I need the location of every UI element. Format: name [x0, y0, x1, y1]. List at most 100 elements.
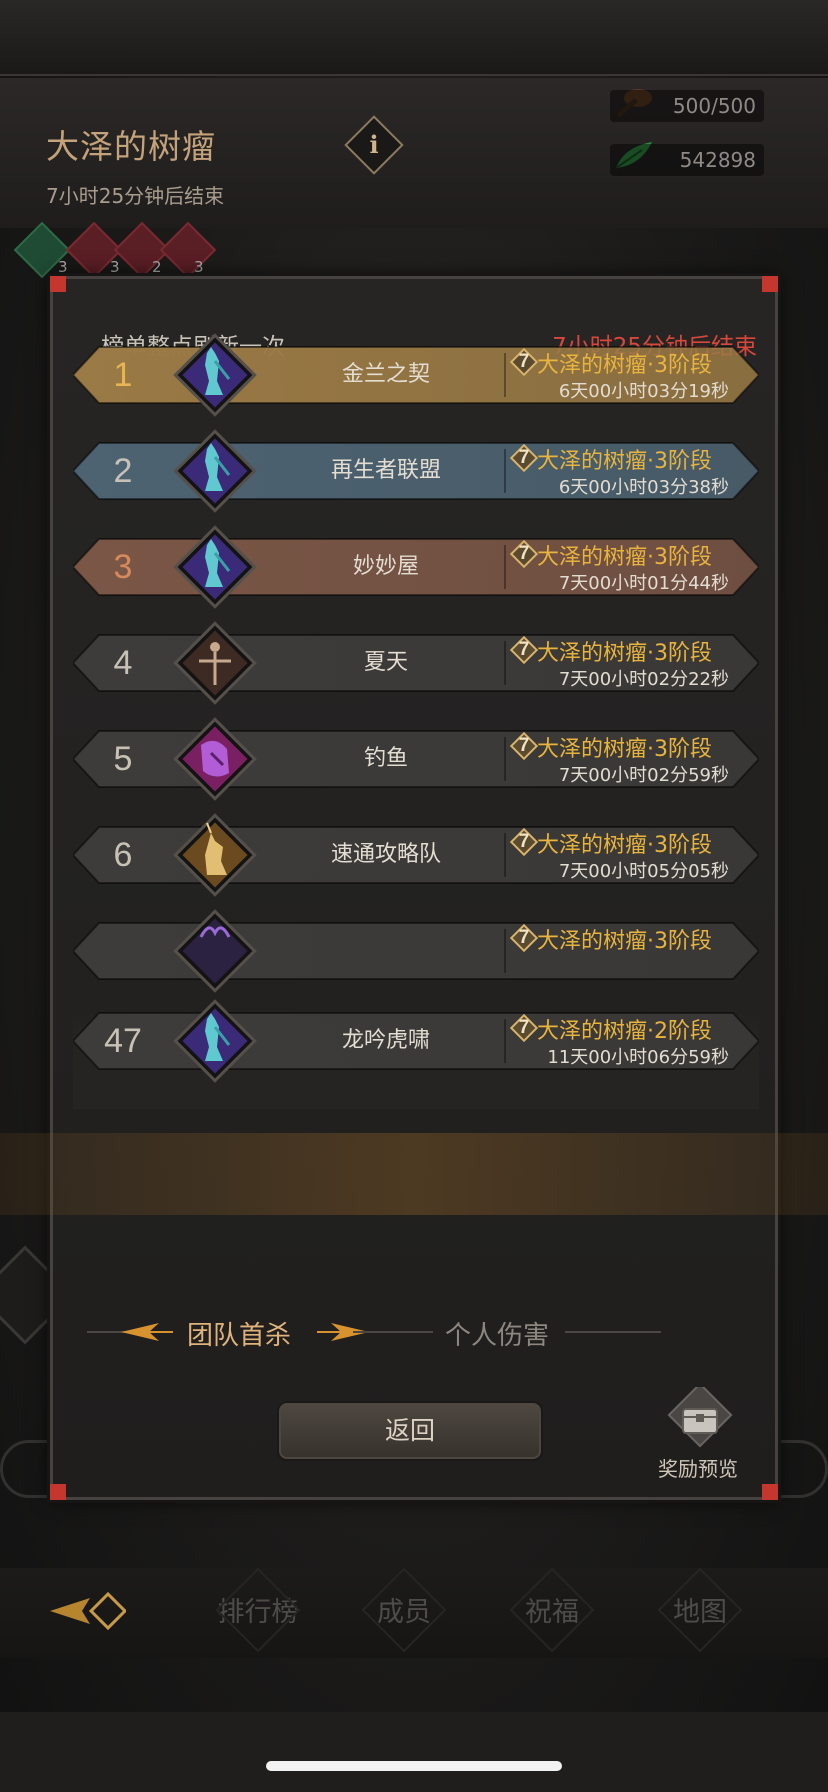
guild-name: 金兰之契 [341, 362, 430, 387]
guild-name: 夏天 [363, 650, 408, 675]
stage-label: 大泽的树瘤·3阶段 [537, 737, 712, 762]
tab-personal-damage[interactable]: 个人伤害 [445, 1315, 549, 1352]
stamina-counter: 500/500 [610, 90, 764, 122]
rank-row[interactable]: 6 速通攻略队 7 大泽的树瘤·3阶段 7天00小时05分05秒 [73, 813, 759, 897]
clear-time: 7天00小时01分44秒 [558, 573, 729, 594]
stage-number: 7 [518, 639, 530, 660]
buff-count: 3 [58, 258, 68, 276]
nav-blessing[interactable]: 祝福 [492, 1567, 612, 1653]
stage-badge-icon: 7 [509, 635, 539, 665]
debuff-count: 2 [152, 258, 162, 276]
guild-name: 钓鱼 [363, 746, 408, 771]
game-screen: 大泽的树瘤 7小时25分钟后结束 i 500/500 542898 3 3 2 … [0, 0, 828, 1792]
rank-number: 4 [113, 644, 133, 682]
clear-time: 7天00小时05分05秒 [558, 861, 729, 882]
guild-emblem-icon [171, 715, 259, 803]
stage-label: 大泽的树瘤·3阶段 [537, 833, 712, 858]
rank-row[interactable]: 7 大泽的树瘤·3阶段 [73, 909, 759, 993]
my-rank-row[interactable]: 47 龙吟虎啸 7 大泽的树瘤·2阶段 11天00小时06分59秒 [73, 999, 759, 1083]
return-button[interactable]: 返回 [279, 1403, 541, 1459]
guild-name: 速通攻略队 [330, 842, 441, 867]
stage-label: 大泽的树瘤·2阶段 [537, 1019, 712, 1044]
stage-badge-icon: 7 [509, 539, 539, 569]
rank-row[interactable]: 2 再生者联盟 7 大泽的树瘤·3阶段 6天00小时03分38秒 [73, 429, 759, 513]
tab-arrow-left-icon [121, 1323, 173, 1341]
back-arrow-icon[interactable] [46, 1586, 126, 1636]
guild-emblem-icon [171, 523, 259, 611]
nav-members[interactable]: 成员 [344, 1567, 464, 1653]
home-indicator[interactable] [266, 1761, 562, 1771]
row-divider [504, 641, 506, 685]
corner-decor [50, 276, 66, 292]
clear-time: 11天00小时06分59秒 [547, 1047, 729, 1068]
guild-emblem-icon [171, 997, 259, 1085]
treasure-chest-icon [667, 1387, 733, 1448]
clear-time: 7天00小时02分22秒 [558, 669, 729, 690]
stage-badge-icon: 7 [509, 827, 539, 857]
rank-row[interactable]: 5 钓鱼 7 大泽的树瘤·3阶段 7天00小时02分59秒 [73, 717, 759, 801]
reward-preview-label: 奖励预览 [658, 1457, 738, 1481]
stage-number: 7 [518, 351, 530, 372]
rank-row[interactable]: 3 妙妙屋 7 大泽的树瘤·3阶段 7天00小时01分44秒 [73, 525, 759, 609]
rank-number: 6 [113, 836, 133, 874]
info-button[interactable]: i [344, 115, 404, 175]
stage-number: 7 [518, 831, 530, 852]
stage-badge-icon: 7 [509, 1013, 539, 1043]
tab-line [353, 1331, 433, 1333]
rank-row[interactable]: 1 金兰之契 7 大泽的树瘤·3阶段 6天00小时03分19秒 [73, 333, 759, 417]
stage-badge-icon: 7 [509, 347, 539, 377]
stage-number: 7 [518, 447, 530, 468]
row-divider [504, 353, 506, 397]
row-divider [504, 449, 506, 493]
ranking-tabs: 团队首杀 个人伤害 [53, 1307, 775, 1357]
guild-emblem-icon [171, 427, 259, 515]
event-title: 大泽的树瘤 [46, 127, 216, 166]
stage-badge-icon: 7 [509, 731, 539, 761]
stage-label: 大泽的树瘤·3阶段 [537, 353, 712, 378]
stage-label: 大泽的树瘤·3阶段 [537, 449, 712, 474]
stage-label: 大泽的树瘤·3阶段 [537, 545, 712, 570]
clear-time: 6天00小时03分19秒 [558, 381, 729, 402]
guild-emblem-icon [171, 811, 259, 899]
guild-emblem-icon [171, 907, 259, 995]
guild-name: 再生者联盟 [330, 458, 441, 483]
stage-number: 7 [518, 735, 530, 756]
row-divider [504, 545, 506, 589]
rank-number: 47 [104, 1022, 142, 1060]
event-countdown: 7小时25分钟后结束 [46, 184, 225, 208]
stage-badge-icon: 7 [509, 443, 539, 473]
top-status-band [0, 0, 828, 76]
row-divider [504, 737, 506, 781]
debuff-count: 3 [110, 258, 120, 276]
guild-name [273, 919, 499, 983]
ranking-panel: 榜单整点刷新一次 7小时25分钟后结束 1金兰之契7大泽的树瘤·3阶段6天00小… [0, 276, 828, 1500]
guild-name: 龙吟虎啸 [341, 1028, 430, 1053]
corner-decor [50, 1484, 66, 1500]
stage-number: 7 [518, 1017, 530, 1038]
rank-number [83, 919, 163, 983]
info-icon: i [369, 130, 379, 159]
event-header: 大泽的树瘤 7小时25分钟后结束 i 500/500 542898 [0, 78, 828, 228]
stage-badge-icon: 7 [509, 923, 539, 953]
rank-row[interactable]: 4 夏天 7 大泽的树瘤·3阶段 7天00小时02分22秒 [73, 621, 759, 705]
my-rank-highlight [0, 1133, 828, 1215]
nav-map[interactable]: 地图 [640, 1567, 760, 1653]
reward-preview-button[interactable]: 奖励预览 [643, 1383, 753, 1483]
stage-label: 大泽的树瘤·3阶段 [537, 929, 712, 954]
rank-number: 2 [113, 452, 133, 490]
currency-counter: 542898 [610, 144, 764, 176]
debuff-slash-icon[interactable] [159, 221, 217, 279]
guild-emblem-icon [171, 619, 259, 707]
row-divider [504, 1019, 506, 1063]
nav-leaderboard[interactable]: 排行榜 [198, 1567, 318, 1653]
stage-label: 大泽的树瘤·3阶段 [537, 641, 712, 666]
tab-line [565, 1331, 661, 1333]
clear-time: 6天00小时03分38秒 [558, 477, 729, 498]
debuff-count: 3 [194, 258, 204, 276]
guild-name: 妙妙屋 [352, 554, 419, 579]
guild-emblem-icon [171, 331, 259, 419]
stage-number: 7 [518, 927, 530, 948]
tab-team-first-kill[interactable]: 团队首杀 [187, 1315, 291, 1352]
bottom-bar [0, 1712, 828, 1792]
stage-number: 7 [518, 543, 530, 564]
